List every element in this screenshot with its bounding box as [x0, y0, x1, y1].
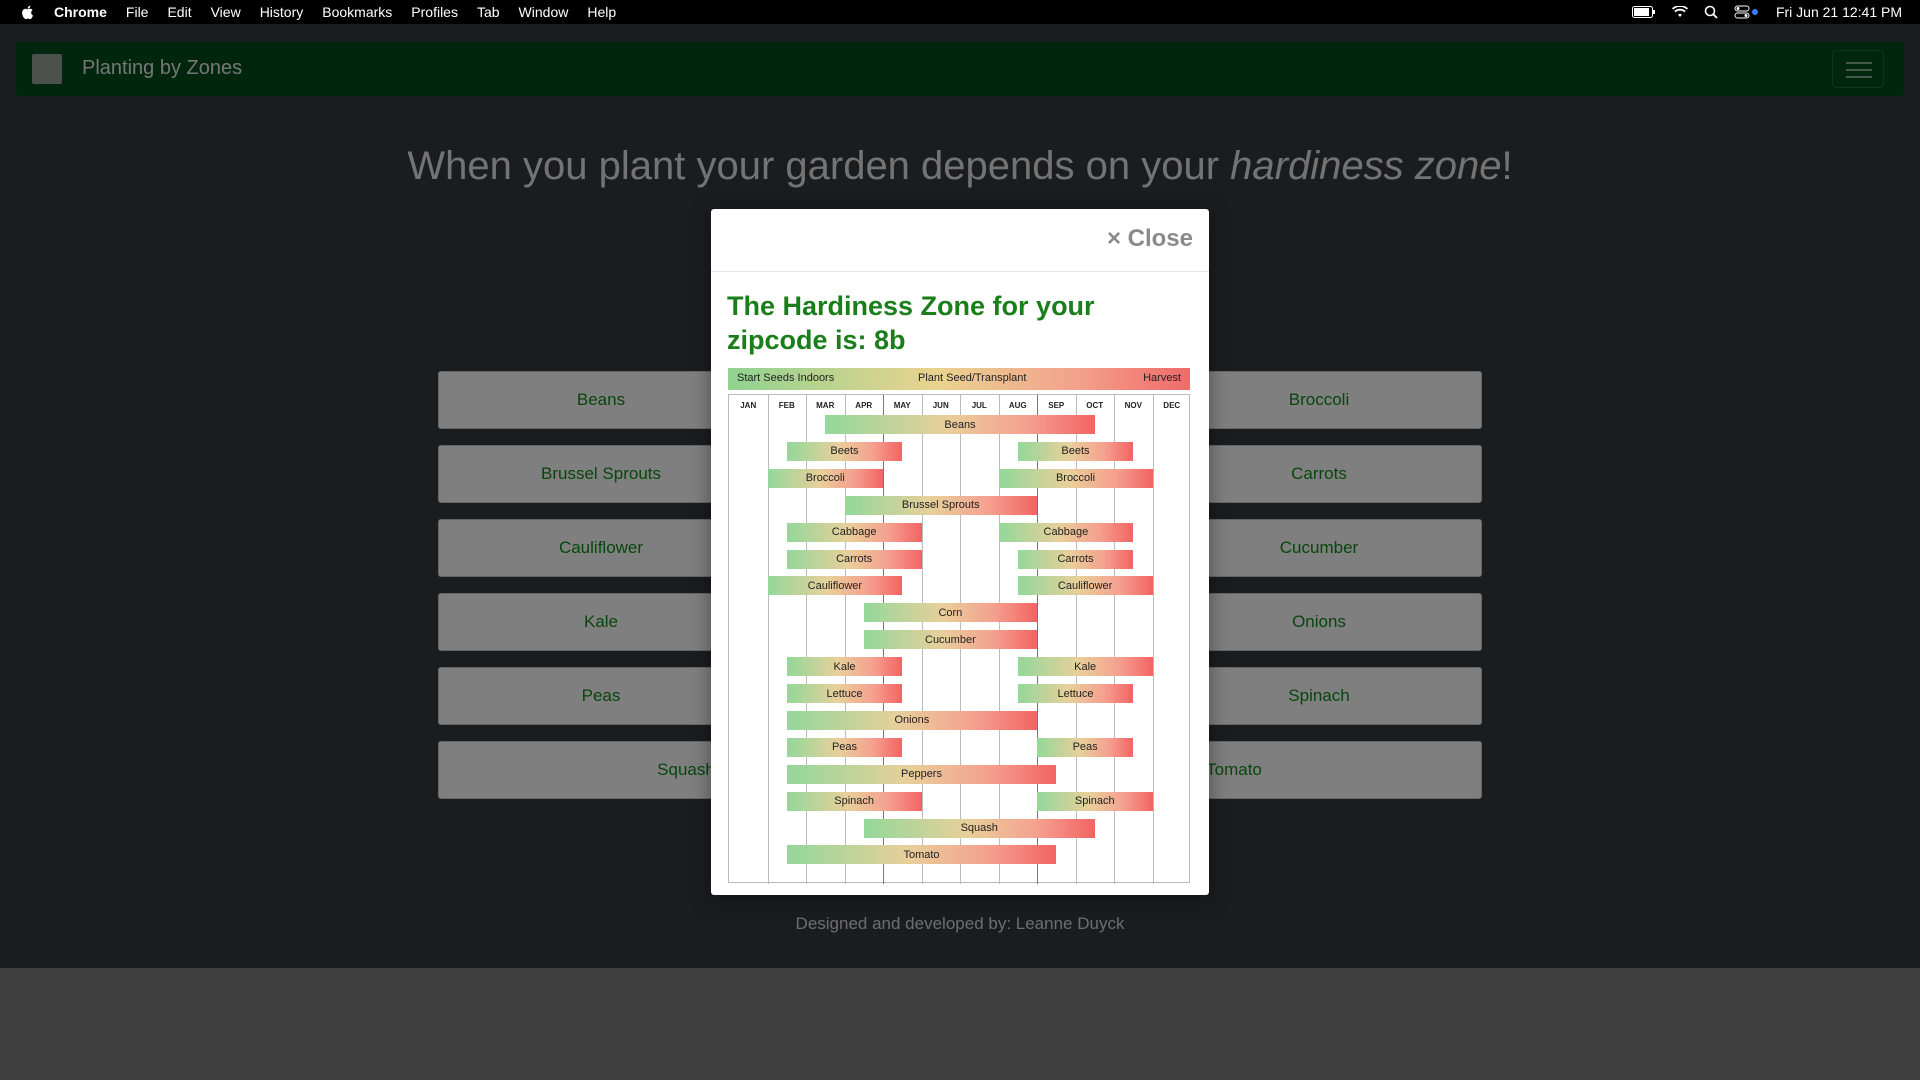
modal-title: The Hardiness Zone for your zipcode is: … — [727, 291, 1095, 355]
plant-bar-spinach: Spinach — [786, 791, 922, 811]
plant-bar-cucumber: Cucumber — [863, 630, 1037, 650]
month-label-mar: MAR — [816, 401, 835, 410]
search-icon[interactable] — [1704, 5, 1718, 19]
hardiness-zone-modal: × Close The Hardiness Zone for your zipc… — [711, 209, 1209, 895]
month-label-jan: JAN — [740, 401, 757, 410]
menu-chrome[interactable]: Chrome — [54, 4, 107, 20]
chart-legend: Start Seeds Indoors Plant Seed/Transplan… — [728, 368, 1190, 390]
wifi-icon[interactable] — [1671, 6, 1688, 18]
plant-bar-brussel-sprouts: Brussel Sprouts — [844, 495, 1037, 515]
plant-bar-beets: Beets — [1017, 441, 1134, 461]
plant-bar-cabbage: Cabbage — [786, 522, 922, 542]
plant-bar-broccoli: Broccoli — [767, 468, 883, 488]
plant-bar-beets: Beets — [786, 441, 903, 461]
menu-help[interactable]: Help — [587, 4, 616, 20]
plant-bar-squash: Squash — [863, 818, 1095, 838]
plant-bar-peas: Peas — [1037, 737, 1134, 757]
plant-bar-carrots: Carrots — [1017, 549, 1134, 569]
plant-bar-broccoli: Broccoli — [998, 468, 1153, 488]
plant-bar-tomato: Tomato — [786, 845, 1057, 865]
month-label-oct: OCT — [1086, 401, 1104, 410]
plant-bar-kale: Kale — [1017, 657, 1153, 677]
plant-bar-beans: Beans — [825, 415, 1095, 434]
plant-bar-carrots: Carrots — [786, 549, 922, 569]
month-label-may: MAY — [893, 401, 911, 410]
plant-bar-lettuce: Lettuce — [1017, 684, 1134, 703]
plant-bar-kale: Kale — [786, 657, 903, 677]
legend-harvest: Harvest — [1143, 372, 1181, 384]
legend-plant-seed: Plant Seed/Transplant — [918, 372, 1027, 384]
menu-tab[interactable]: Tab — [477, 4, 500, 20]
month-label-jun: JUN — [932, 401, 949, 410]
battery-icon[interactable] — [1631, 6, 1656, 18]
control-center-icon[interactable] — [1734, 5, 1760, 19]
modal-header-divider — [711, 271, 1209, 272]
menu-window[interactable]: Window — [519, 4, 569, 20]
plant-bar-cabbage: Cabbage — [998, 522, 1134, 542]
month-label-aug: AUG — [1008, 401, 1027, 410]
plant-bar-cauliflower: Cauliflower — [1017, 576, 1153, 596]
month-label-jul: JUL — [971, 401, 987, 410]
plant-bar-peppers: Peppers — [786, 764, 1057, 784]
menu-file[interactable]: File — [126, 4, 149, 20]
menu-bookmarks[interactable]: Bookmarks — [322, 4, 392, 20]
month-divider — [1152, 395, 1154, 884]
month-label-dec: DEC — [1163, 401, 1181, 410]
close-button[interactable]: × Close — [1107, 225, 1193, 253]
calendar-grid: JAN FEB MAR APR MAY JUN JUL AUG SEP OCT NOV DEC Bean… — [728, 394, 1190, 884]
planting-calendar-chart: Start Seeds Indoors Plant Seed/Transplan… — [728, 368, 1190, 884]
plant-bar-peas: Peas — [786, 737, 903, 757]
legend-start-seeds: Start Seeds Indoors — [737, 372, 835, 384]
plant-bar-lettuce: Lettuce — [786, 684, 903, 703]
menu-edit[interactable]: Edit — [167, 4, 191, 20]
plant-bar-spinach: Spinach — [1037, 791, 1153, 811]
plant-bar-corn: Corn — [863, 603, 1037, 623]
month-label-feb: FEB — [778, 401, 795, 410]
menu-profiles[interactable]: Profiles — [411, 4, 458, 20]
month-label-sep: SEP — [1048, 401, 1065, 410]
month-label-nov: NOV — [1124, 401, 1142, 410]
plant-bar-cauliflower: Cauliflower — [767, 576, 903, 596]
menu-view[interactable]: View — [211, 4, 241, 20]
menu-history[interactable]: History — [260, 4, 304, 20]
apple-icon[interactable] — [20, 4, 36, 20]
month-label-apr: APR — [855, 401, 873, 410]
menu-bar: Chrome File Edit View History Bookmarks … — [0, 0, 1920, 24]
menu-clock[interactable]: Fri Jun 21 12:41 PM — [1776, 4, 1902, 20]
plant-bar-onions: Onions — [786, 710, 1037, 730]
